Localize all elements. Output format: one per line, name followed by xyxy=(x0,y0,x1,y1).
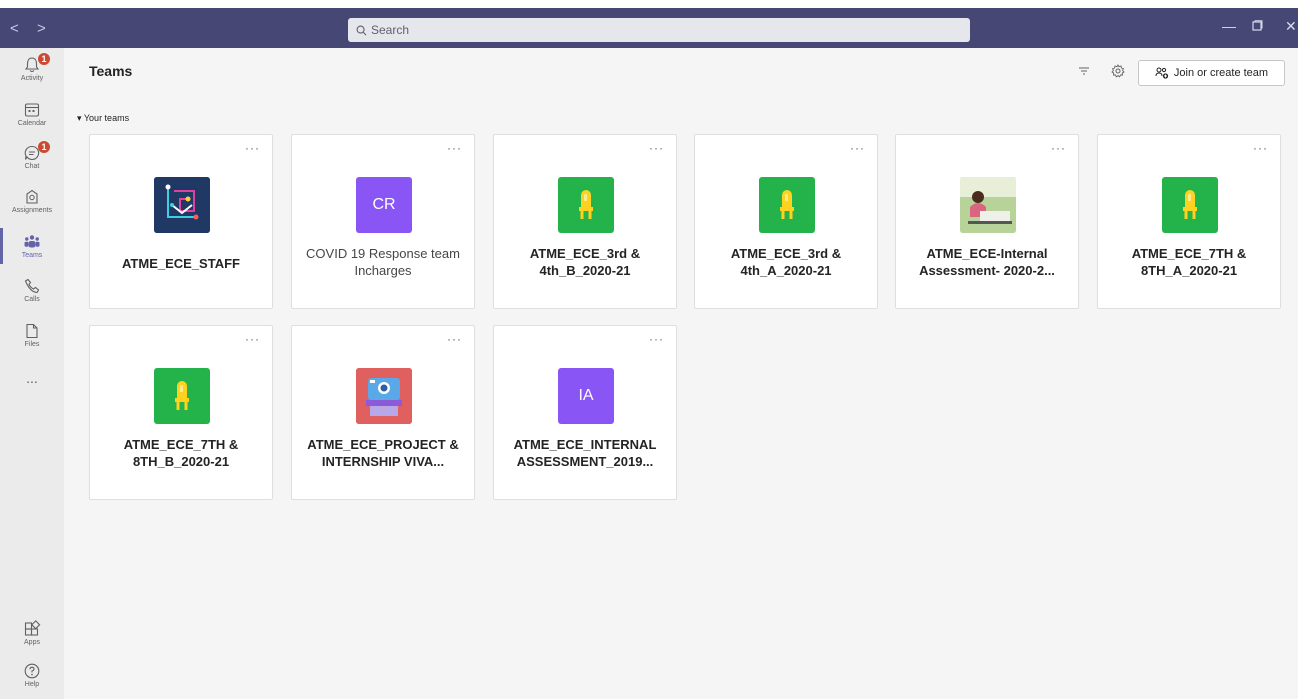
apps-icon xyxy=(24,620,41,636)
team-name: ATME_ECE-Internal Assessment- 2020-2... xyxy=(919,246,1055,278)
team-card[interactable]: ··· ATME_ECE_STAFF xyxy=(89,134,273,309)
rail-item-files[interactable]: Files xyxy=(0,322,64,348)
rail-item-help[interactable]: Help xyxy=(0,662,64,688)
team-card[interactable]: ··· ATME_ECE_PROJECT & INTERNSHIP VIVA..… xyxy=(291,325,475,500)
file-icon xyxy=(26,323,38,339)
team-avatar: CR xyxy=(356,177,412,233)
assignments-icon xyxy=(26,189,38,204)
team-avatar xyxy=(960,177,1016,233)
team-name: ATME_ECE_7TH & 8TH_B_2020-21 xyxy=(123,437,239,469)
rail-item-teams[interactable]: Teams xyxy=(0,233,64,259)
more-options-icon[interactable]: ··· xyxy=(850,141,865,155)
calendar-icon xyxy=(24,103,40,117)
led-icon xyxy=(780,190,794,219)
rail-item-apps[interactable]: Apps xyxy=(0,620,64,646)
team-card[interactable]: ··· ATME_ECE-Internal Assessment- 2020-2… xyxy=(895,134,1079,309)
team-avatar xyxy=(759,177,815,233)
help-icon xyxy=(24,663,40,679)
forward-icon[interactable]: > xyxy=(37,20,46,37)
section-label: Your teams xyxy=(83,113,130,123)
more-options-icon[interactable]: ··· xyxy=(447,332,462,346)
team-name: ATME_ECE_STAFF xyxy=(122,256,240,271)
maximize-icon[interactable] xyxy=(1252,18,1263,34)
teams-icon xyxy=(24,235,40,248)
rail-item-assignments[interactable]: Assignments xyxy=(0,188,64,214)
team-avatar xyxy=(356,368,412,424)
chat-badge: 1 xyxy=(38,141,50,153)
rail-label: Chat xyxy=(24,163,40,170)
filter-icon[interactable] xyxy=(1078,64,1090,79)
team-name: ATME_ECE_3rd & 4th_B_2020-21 xyxy=(529,246,641,278)
app-rail: 1 Activity Calendar 1 Chat Assignments T… xyxy=(0,48,64,699)
history-nav: < > xyxy=(10,20,60,37)
search-icon xyxy=(356,25,367,35)
team-avatar xyxy=(154,368,210,424)
led-icon xyxy=(579,190,593,219)
more-options-icon[interactable]: ··· xyxy=(245,141,260,155)
rail-item-activity[interactable]: 1 Activity xyxy=(0,53,64,82)
student-photo-icon xyxy=(960,177,1016,233)
minimize-icon[interactable]: — xyxy=(1222,18,1236,34)
team-name: ATME_ECE_INTERNAL ASSESSMENT_2019... xyxy=(513,437,657,469)
more-options-icon[interactable]: ··· xyxy=(245,332,260,346)
team-avatar: IA xyxy=(558,368,614,424)
team-initials: CR xyxy=(372,196,396,213)
team-name: COVID 19 Response team Incharges xyxy=(306,246,460,278)
phone-icon xyxy=(24,278,40,294)
team-initials: IA xyxy=(578,387,594,404)
activity-badge: 1 xyxy=(38,53,50,65)
caret-down-icon: ▾ xyxy=(77,113,82,123)
led-icon xyxy=(175,381,189,410)
join-label: Join or create team xyxy=(1173,67,1269,79)
rail-label: Help xyxy=(24,681,40,688)
rail-label: Assignments xyxy=(11,207,53,214)
rail-item-calendar[interactable]: Calendar xyxy=(0,101,64,127)
gear-icon[interactable] xyxy=(1111,64,1125,81)
your-teams-section-toggle[interactable]: ▾ Your teams xyxy=(77,113,129,124)
rail-label: Activity xyxy=(20,75,44,82)
rail-label: Apps xyxy=(24,639,40,646)
team-avatar xyxy=(154,177,210,233)
title-bar: < > Search — ✕ xyxy=(0,0,1298,48)
team-card[interactable]: ··· CR COVID 19 Response team Incharges xyxy=(291,134,475,309)
team-name: ATME_ECE_7TH & 8TH_A_2020-21 xyxy=(1131,246,1247,278)
more-label: ... xyxy=(26,370,38,386)
rail-label: Teams xyxy=(21,252,43,259)
rail-item-chat[interactable]: 1 Chat xyxy=(0,141,64,170)
more-options-icon[interactable]: ··· xyxy=(447,141,462,155)
top-strip xyxy=(0,0,1298,8)
more-options-icon[interactable]: ··· xyxy=(649,141,664,155)
more-options-icon[interactable]: ··· xyxy=(1253,141,1268,155)
team-card[interactable]: ··· ATME_ECE_7TH & 8TH_A_2020-21 xyxy=(1097,134,1281,309)
rail-label: Files xyxy=(24,341,40,348)
join-team-icon xyxy=(1155,67,1169,79)
page-title: Teams xyxy=(89,63,133,79)
team-name: ATME_ECE_PROJECT & INTERNSHIP VIVA... xyxy=(307,437,459,469)
join-or-create-team-button[interactable]: Join or create team xyxy=(1138,60,1285,86)
search-placeholder: Search xyxy=(371,23,410,37)
rail-label: Calls xyxy=(24,296,40,303)
rail-label: Calendar xyxy=(17,120,47,127)
more-apps-icon[interactable]: ... xyxy=(0,370,64,386)
more-options-icon[interactable]: ··· xyxy=(1051,141,1066,155)
back-icon[interactable]: < xyxy=(10,20,19,37)
team-card[interactable]: ··· ATME_ECE_7TH & 8TH_B_2020-21 xyxy=(89,325,273,500)
team-card[interactable]: ··· ATME_ECE_3rd & 4th_B_2020-21 xyxy=(493,134,677,309)
camera-icon xyxy=(356,368,412,424)
team-avatar xyxy=(558,177,614,233)
led-icon xyxy=(1183,190,1197,219)
team-card[interactable]: ··· ATME_ECE_3rd & 4th_A_2020-21 xyxy=(694,134,878,309)
close-icon[interactable]: ✕ xyxy=(1285,18,1297,35)
circuit-icon xyxy=(154,177,210,233)
team-card[interactable]: ··· IA ATME_ECE_INTERNAL ASSESSMENT_2019… xyxy=(493,325,677,500)
rail-item-calls[interactable]: Calls xyxy=(0,277,64,303)
more-options-icon[interactable]: ··· xyxy=(649,332,664,346)
team-name: ATME_ECE_3rd & 4th_A_2020-21 xyxy=(730,246,842,278)
team-avatar xyxy=(1162,177,1218,233)
search-input[interactable]: Search xyxy=(348,18,970,42)
